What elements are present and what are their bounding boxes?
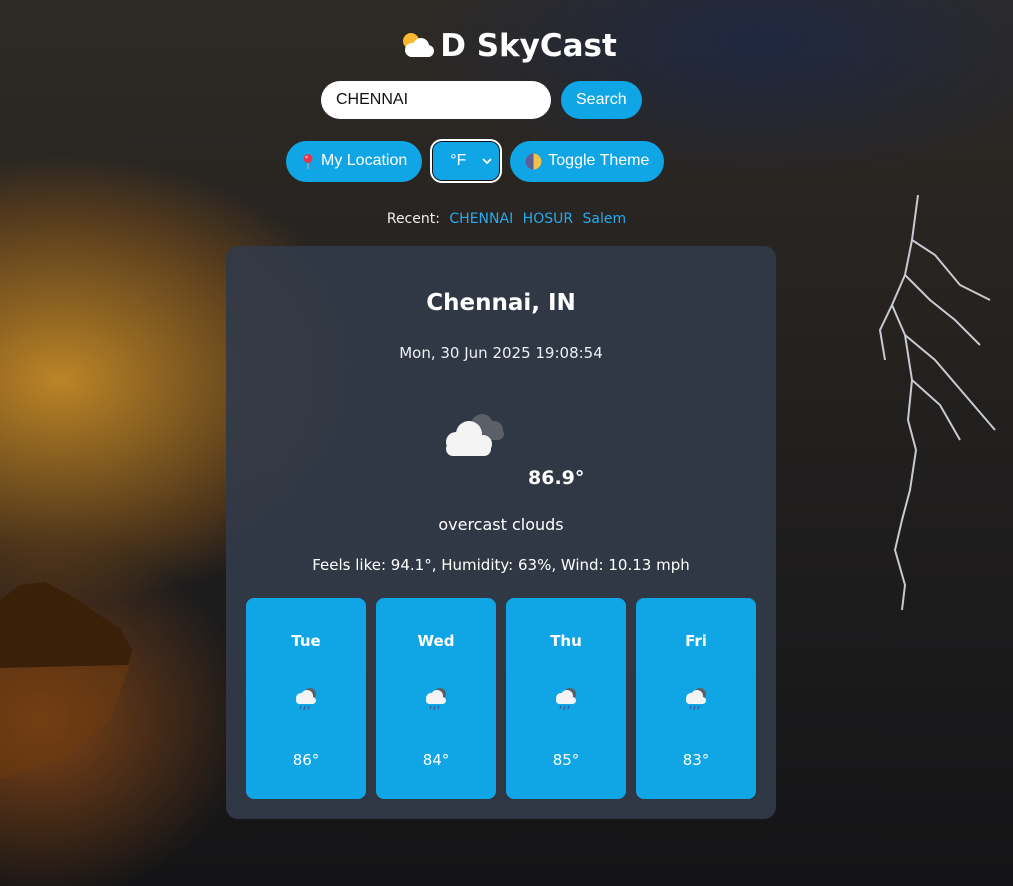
forecast-card: Thu 85°: [506, 598, 626, 799]
pin-icon: [303, 154, 313, 169]
forecast-day: Thu: [550, 632, 582, 650]
unit-select-value: °F: [450, 152, 467, 169]
recent-item-hosur[interactable]: HOSUR: [523, 211, 573, 227]
forecast-day: Wed: [417, 632, 455, 650]
search-bar: Search: [321, 81, 642, 119]
search-button[interactable]: Search: [561, 81, 642, 119]
weather-details: Feels like: 94.1°, Humidity: 63%, Wind: …: [312, 556, 690, 574]
local-datetime: Mon, 30 Jun 2025 19:08:54: [399, 344, 603, 362]
app-title-text: D SkyCast: [440, 28, 617, 64]
overcast-clouds-icon: [446, 414, 504, 456]
forecast-card: Tue 86°: [246, 598, 366, 799]
controls-row: My Location °F Toggle Theme: [286, 139, 665, 183]
recent-item-chennai[interactable]: CHENNAI: [449, 211, 513, 227]
rain-cloud-icon: [296, 688, 316, 711]
weather-description: overcast clouds: [438, 515, 564, 534]
app-root: D SkyCast Search My Location °F Toggle: [0, 0, 1013, 886]
forecast-day: Fri: [685, 632, 707, 650]
forecast-card: Fri 83°: [636, 598, 756, 799]
forecast-row: Tue 86° Wed 84° Thu 85° Fri 83°: [246, 598, 756, 799]
my-location-button[interactable]: My Location: [286, 140, 423, 182]
city-name: Chennai, IN: [426, 290, 576, 316]
recent-label: Recent:: [386, 211, 440, 227]
forecast-temp: 86°: [292, 751, 320, 769]
half-moon-icon: [525, 153, 542, 169]
toggle-theme-button[interactable]: Toggle Theme: [510, 140, 665, 182]
sun-behind-cloud-icon: [403, 33, 435, 57]
forecast-temp: 85°: [552, 751, 580, 769]
recent-item-salem[interactable]: Salem: [583, 211, 627, 227]
chevron-down-icon: [482, 157, 492, 164]
app-title: D SkyCast: [0, 28, 1013, 64]
rain-cloud-icon: [426, 688, 446, 711]
recent-searches: Recent: CHENNAI HOSUR Salem: [0, 211, 1013, 227]
unit-select[interactable]: °F: [430, 139, 503, 183]
forecast-card: Wed 84°: [376, 598, 496, 799]
toggle-theme-label: Toggle Theme: [548, 152, 650, 169]
forecast-temp: 83°: [682, 751, 710, 769]
current-temperature: 86.9°: [528, 467, 585, 489]
rain-cloud-icon: [686, 688, 706, 711]
my-location-label: My Location: [321, 152, 408, 169]
forecast-day: Tue: [291, 632, 321, 650]
weather-card: Chennai, IN Mon, 30 Jun 2025 19:08:54 86…: [226, 246, 776, 819]
rain-cloud-icon: [556, 688, 576, 711]
city-search-input[interactable]: [321, 81, 551, 119]
forecast-temp: 84°: [422, 751, 450, 769]
